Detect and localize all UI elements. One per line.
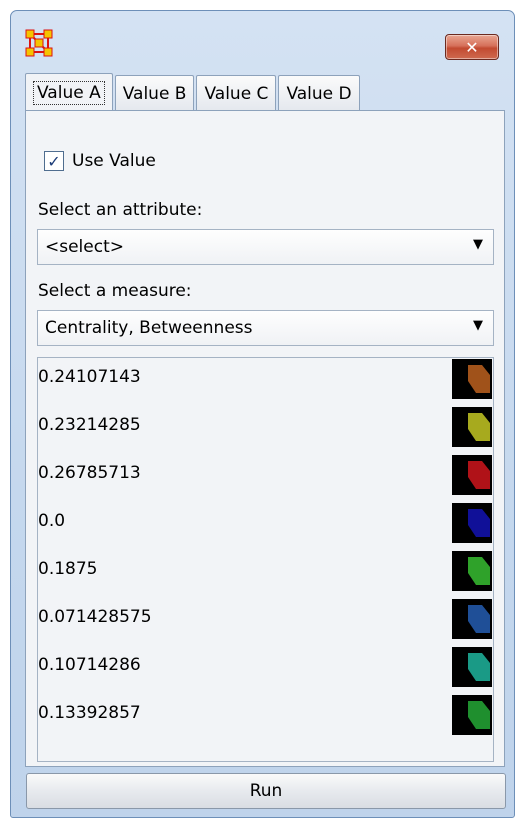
color-swatch[interactable]	[452, 551, 492, 591]
network-nodes-icon	[25, 29, 53, 57]
use-value-checkbox[interactable]: ✓	[44, 151, 64, 171]
color-swatch-shape	[468, 509, 490, 537]
close-button[interactable]: ✕	[445, 34, 499, 60]
chevron-down-icon: ▼	[473, 237, 483, 252]
list-item: 0.1875	[38, 551, 493, 591]
value-text: 0.24107143	[38, 367, 141, 387]
attribute-select[interactable]: <select> ▼	[37, 229, 494, 265]
color-swatch[interactable]	[452, 695, 492, 735]
tab-label: Value D	[286, 83, 352, 104]
value-text: 0.10714286	[38, 655, 141, 675]
swatch-fill	[468, 605, 490, 633]
list-item: 0.071428575	[38, 599, 493, 639]
use-value-label: Use Value	[72, 151, 156, 171]
color-swatch[interactable]	[452, 455, 492, 495]
tab-label: Value B	[122, 83, 187, 104]
value-color-list: 0.24107143 0.23214285 0.26785713 0.0 0.1…	[37, 357, 494, 762]
use-value-row: ✓ Use Value	[44, 151, 156, 171]
swatch-fill	[468, 557, 490, 585]
swatch-fill	[468, 461, 490, 489]
value-text: 0.26785713	[38, 463, 141, 483]
list-item: 0.26785713	[38, 455, 493, 495]
color-swatch[interactable]	[452, 647, 492, 687]
value-text: 0.0	[38, 511, 66, 531]
color-swatch-shape	[468, 365, 490, 393]
color-swatch-shape	[468, 653, 490, 681]
tab-value-b[interactable]: Value B	[114, 75, 195, 111]
check-icon: ✓	[47, 151, 61, 171]
color-swatch-shape	[468, 701, 490, 729]
measure-select-value: Centrality, Betweenness	[45, 318, 253, 338]
attribute-select-value: <select>	[45, 237, 124, 257]
color-swatch[interactable]	[452, 599, 492, 639]
measure-label: Select a measure:	[38, 281, 192, 301]
tab-bar: Value A Value B Value C Value D	[25, 73, 362, 111]
list-item: 0.23214285	[38, 407, 493, 447]
value-text: 0.1875	[38, 559, 98, 579]
dialog-window: ✕ Value A Value B Value C Value D ✓ Use …	[10, 10, 515, 818]
swatch-fill	[468, 701, 490, 729]
chevron-down-icon: ▼	[473, 318, 483, 333]
color-swatch[interactable]	[452, 503, 492, 543]
measure-select[interactable]: Centrality, Betweenness ▼	[37, 310, 494, 346]
value-text: 0.071428575	[38, 607, 152, 627]
tab-value-a[interactable]: Value A	[25, 73, 113, 111]
close-icon: ✕	[465, 37, 479, 57]
list-item: 0.24107143	[38, 359, 493, 399]
swatch-fill	[468, 509, 490, 537]
run-button[interactable]: Run	[26, 773, 506, 809]
swatch-fill	[468, 653, 490, 681]
attribute-label: Select an attribute:	[38, 200, 203, 220]
tab-label: Value C	[204, 83, 269, 104]
swatch-fill	[468, 365, 490, 393]
list-item: 0.0	[38, 503, 493, 543]
value-text: 0.13392857	[38, 703, 141, 723]
title-bar[interactable]: ✕	[11, 11, 514, 71]
color-swatch-shape	[468, 605, 490, 633]
value-text: 0.23214285	[38, 415, 141, 435]
tab-value-c[interactable]: Value C	[196, 75, 277, 111]
tab-panel: ✓ Use Value Select an attribute: <select…	[25, 110, 505, 767]
color-swatch-shape	[468, 461, 490, 489]
swatch-fill	[468, 413, 490, 441]
color-swatch-shape	[468, 557, 490, 585]
tab-value-d[interactable]: Value D	[278, 75, 360, 111]
tab-label: Value A	[33, 80, 105, 105]
color-swatch[interactable]	[452, 407, 492, 447]
color-swatch-shape	[468, 413, 490, 441]
color-swatch[interactable]	[452, 359, 492, 399]
list-item: 0.10714286	[38, 647, 493, 687]
list-item: 0.13392857	[38, 695, 493, 735]
